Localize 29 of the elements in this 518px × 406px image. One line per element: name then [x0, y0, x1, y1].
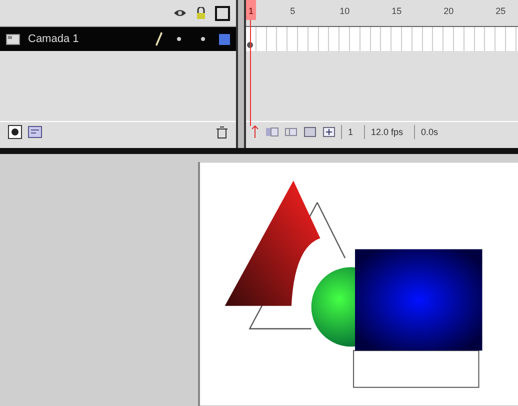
layer-icon: [6, 34, 20, 44]
frame-number: 15: [392, 6, 402, 16]
onion-outline-icon[interactable]: [284, 126, 298, 138]
add-layer-icon[interactable]: [8, 125, 22, 139]
eye-icon[interactable]: [173, 8, 187, 18]
elapsed-time: 0.0s: [414, 125, 444, 139]
panel-splitter[interactable]: [236, 0, 246, 148]
frame-number: 1: [246, 0, 256, 20]
current-frame: 1: [341, 125, 360, 139]
onion-skin-icon[interactable]: [265, 126, 279, 138]
layer-name: Camada 1: [28, 33, 80, 45]
visibility-dot-icon[interactable]: [177, 37, 181, 41]
trash-icon[interactable]: [216, 126, 228, 138]
add-folder-icon[interactable]: [28, 125, 42, 139]
frame-cells[interactable]: [246, 27, 518, 51]
frame-number: 5: [289, 6, 296, 16]
lock-dot-icon[interactable]: [201, 37, 205, 41]
frame-number: 25: [496, 6, 506, 16]
lock-icon[interactable]: [196, 7, 206, 19]
frame-number: 10: [340, 6, 350, 16]
frame-rate[interactable]: 12.0 fps: [364, 125, 410, 139]
pencil-icon: [155, 31, 163, 47]
outline-icon[interactable]: [215, 6, 230, 20]
frame-number: 20: [444, 6, 454, 16]
outline-color-swatch[interactable]: [219, 34, 230, 44]
center-frame-icon[interactable]: [250, 125, 260, 139]
edit-frames-icon[interactable]: [303, 126, 317, 138]
layer-row[interactable]: Camada 1: [0, 27, 236, 51]
modify-markers-icon[interactable]: [322, 126, 336, 138]
